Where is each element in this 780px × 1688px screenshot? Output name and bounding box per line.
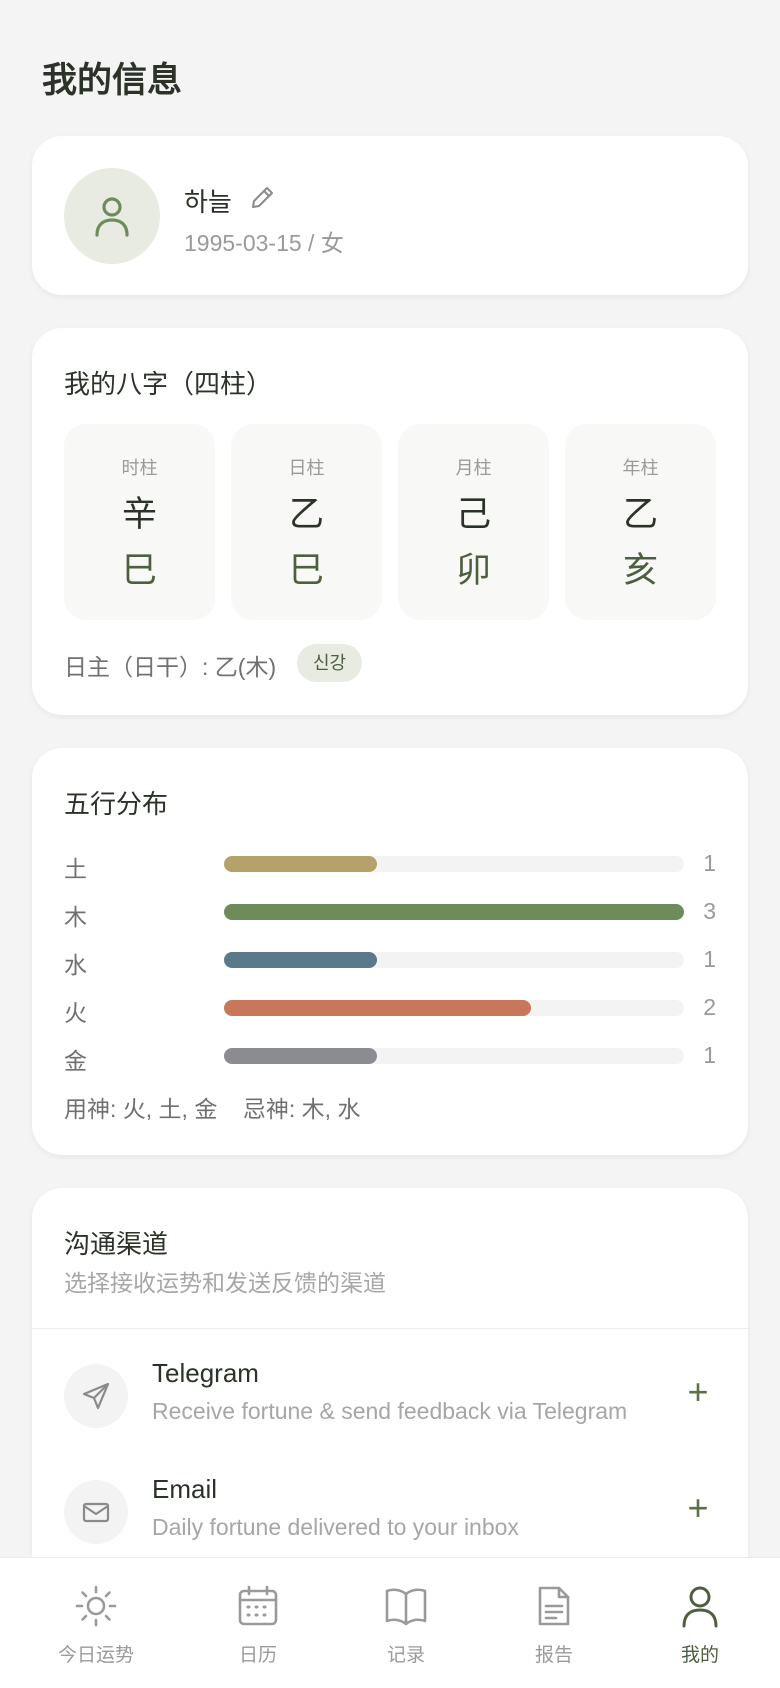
bottom-tab-bar: 今日运势 日历 记录 报告 我的 <box>0 1557 780 1688</box>
strength-badge: 신강 <box>297 644 363 682</box>
element-bar-track <box>224 1048 684 1064</box>
pillar-stem: 己 <box>455 495 491 534</box>
profile-name: 하늘 <box>184 187 232 217</box>
avatar <box>64 168 160 264</box>
pillar-branch: 巳 <box>121 551 157 590</box>
document-icon <box>538 1586 570 1626</box>
tab-label: 今日运势 <box>57 1645 134 1666</box>
tab-reports[interactable]: 报告 <box>476 1558 632 1688</box>
tab-label: 我的 <box>680 1645 719 1666</box>
yongshen-text: 用神: 火, 土, 金 忌神: 木, 水 <box>64 1096 361 1122</box>
page-title: 我的信息 <box>42 61 183 100</box>
element-row-earth: 土 1 <box>64 844 716 884</box>
tab-calendar[interactable]: 日历 <box>180 1558 336 1688</box>
element-label: 木 <box>64 904 87 930</box>
element-bar-track <box>224 952 684 968</box>
pillar-branch: 巳 <box>288 551 324 590</box>
five-elements-title: 五行分布 <box>64 789 169 819</box>
tab-label: 报告 <box>534 1645 573 1666</box>
channel-icon-circle <box>64 1480 128 1544</box>
element-bar-fill <box>224 904 684 920</box>
pillar-branch: 亥 <box>622 551 658 590</box>
channel-name: Telegram <box>152 1358 259 1388</box>
tab-label: 记录 <box>386 1645 425 1666</box>
element-bar-track <box>224 904 684 920</box>
pillar-branch: 卯 <box>455 551 491 590</box>
element-label: 金 <box>64 1048 87 1074</box>
element-label: 水 <box>64 952 87 978</box>
user-icon <box>95 197 129 237</box>
channel-description: Daily fortune delivered to your inbox <box>152 1514 519 1540</box>
profile-page: 我的信息 하늘 1995-03-15 / 女 我的八字（四柱） 时柱 辛 巳 日… <box>0 0 780 1688</box>
element-row-wood: 木 3 <box>64 892 716 932</box>
channels-title: 沟通渠道 <box>64 1229 169 1259</box>
element-count: 1 <box>703 1042 716 1068</box>
element-row-fire: 火 2 <box>64 988 716 1028</box>
element-row-metal: 金 1 <box>64 1036 716 1076</box>
pillar-label: 年柱 <box>622 458 659 478</box>
user-icon <box>682 1586 718 1628</box>
channels-subtitle: 选择接收运势和发送反馈的渠道 <box>64 1270 386 1296</box>
element-bar-fill <box>224 1000 531 1016</box>
tab-today-fortune[interactable]: 今日运势 <box>18 1558 174 1688</box>
add-telegram-button[interactable]: + <box>680 1374 716 1410</box>
element-row-water: 水 1 <box>64 940 716 980</box>
divider <box>32 1328 748 1329</box>
element-count: 1 <box>703 850 716 876</box>
element-count: 2 <box>703 994 716 1020</box>
pillar-label: 日柱 <box>288 458 325 478</box>
pillar-day: 日柱 乙 巳 <box>231 424 382 620</box>
element-label: 土 <box>64 856 87 882</box>
tab-me[interactable]: 我的 <box>622 1558 778 1688</box>
profile-birth-gender: 1995-03-15 / 女 <box>184 230 344 256</box>
element-bar-fill <box>224 856 378 872</box>
bazi-card: 我的八字（四柱） 时柱 辛 巳 日柱 乙 巳 月柱 己 卯 年柱 乙 亥 日主（… <box>32 328 748 715</box>
book-icon <box>385 1588 427 1626</box>
channel-name: Email <box>152 1474 218 1504</box>
channel-icon-circle <box>64 1364 128 1428</box>
pillar-label: 时柱 <box>121 458 158 478</box>
pillar-year: 年柱 乙 亥 <box>565 424 716 620</box>
element-bar-track <box>224 1000 684 1016</box>
tab-records[interactable]: 记录 <box>328 1558 484 1688</box>
pillar-label: 月柱 <box>455 458 492 478</box>
pillar-stem: 乙 <box>622 495 658 534</box>
bazi-title: 我的八字（四柱） <box>64 369 273 399</box>
element-count: 1 <box>703 946 716 972</box>
element-bar-track <box>224 856 684 872</box>
pillars: 时柱 辛 巳 日柱 乙 巳 月柱 己 卯 年柱 乙 亥 <box>64 424 716 620</box>
day-master-text: 日主（日干）: 乙(木) <box>64 654 277 680</box>
pillar-stem: 乙 <box>288 495 324 534</box>
pillar-month: 月柱 己 卯 <box>398 424 549 620</box>
calendar-icon <box>238 1585 278 1626</box>
channel-telegram[interactable]: Telegram Receive fortune & send feedback… <box>32 1346 748 1446</box>
pencil-icon[interactable] <box>248 184 276 212</box>
add-email-button[interactable]: + <box>680 1490 716 1526</box>
channel-email[interactable]: Email Daily fortune delivered to your in… <box>32 1462 748 1562</box>
send-icon <box>82 1382 110 1410</box>
element-count: 3 <box>703 898 716 924</box>
pillar-stem: 辛 <box>121 495 157 534</box>
element-label: 火 <box>64 1000 87 1026</box>
profile-card[interactable]: 하늘 1995-03-15 / 女 <box>32 136 748 295</box>
five-elements-card: 五行分布 土 1 木 3 水 1 火 2 金 1 用神: 火, 土, 金 忌神:… <box>32 748 748 1155</box>
channel-description: Receive fortune & send feedback via Tele… <box>152 1398 628 1424</box>
element-bar-fill <box>224 952 378 968</box>
tab-label: 日历 <box>238 1645 277 1666</box>
mail-icon <box>82 1502 110 1523</box>
sun-icon <box>75 1585 117 1627</box>
pillar-hour: 时柱 辛 巳 <box>64 424 215 620</box>
element-bar-fill <box>224 1048 378 1064</box>
